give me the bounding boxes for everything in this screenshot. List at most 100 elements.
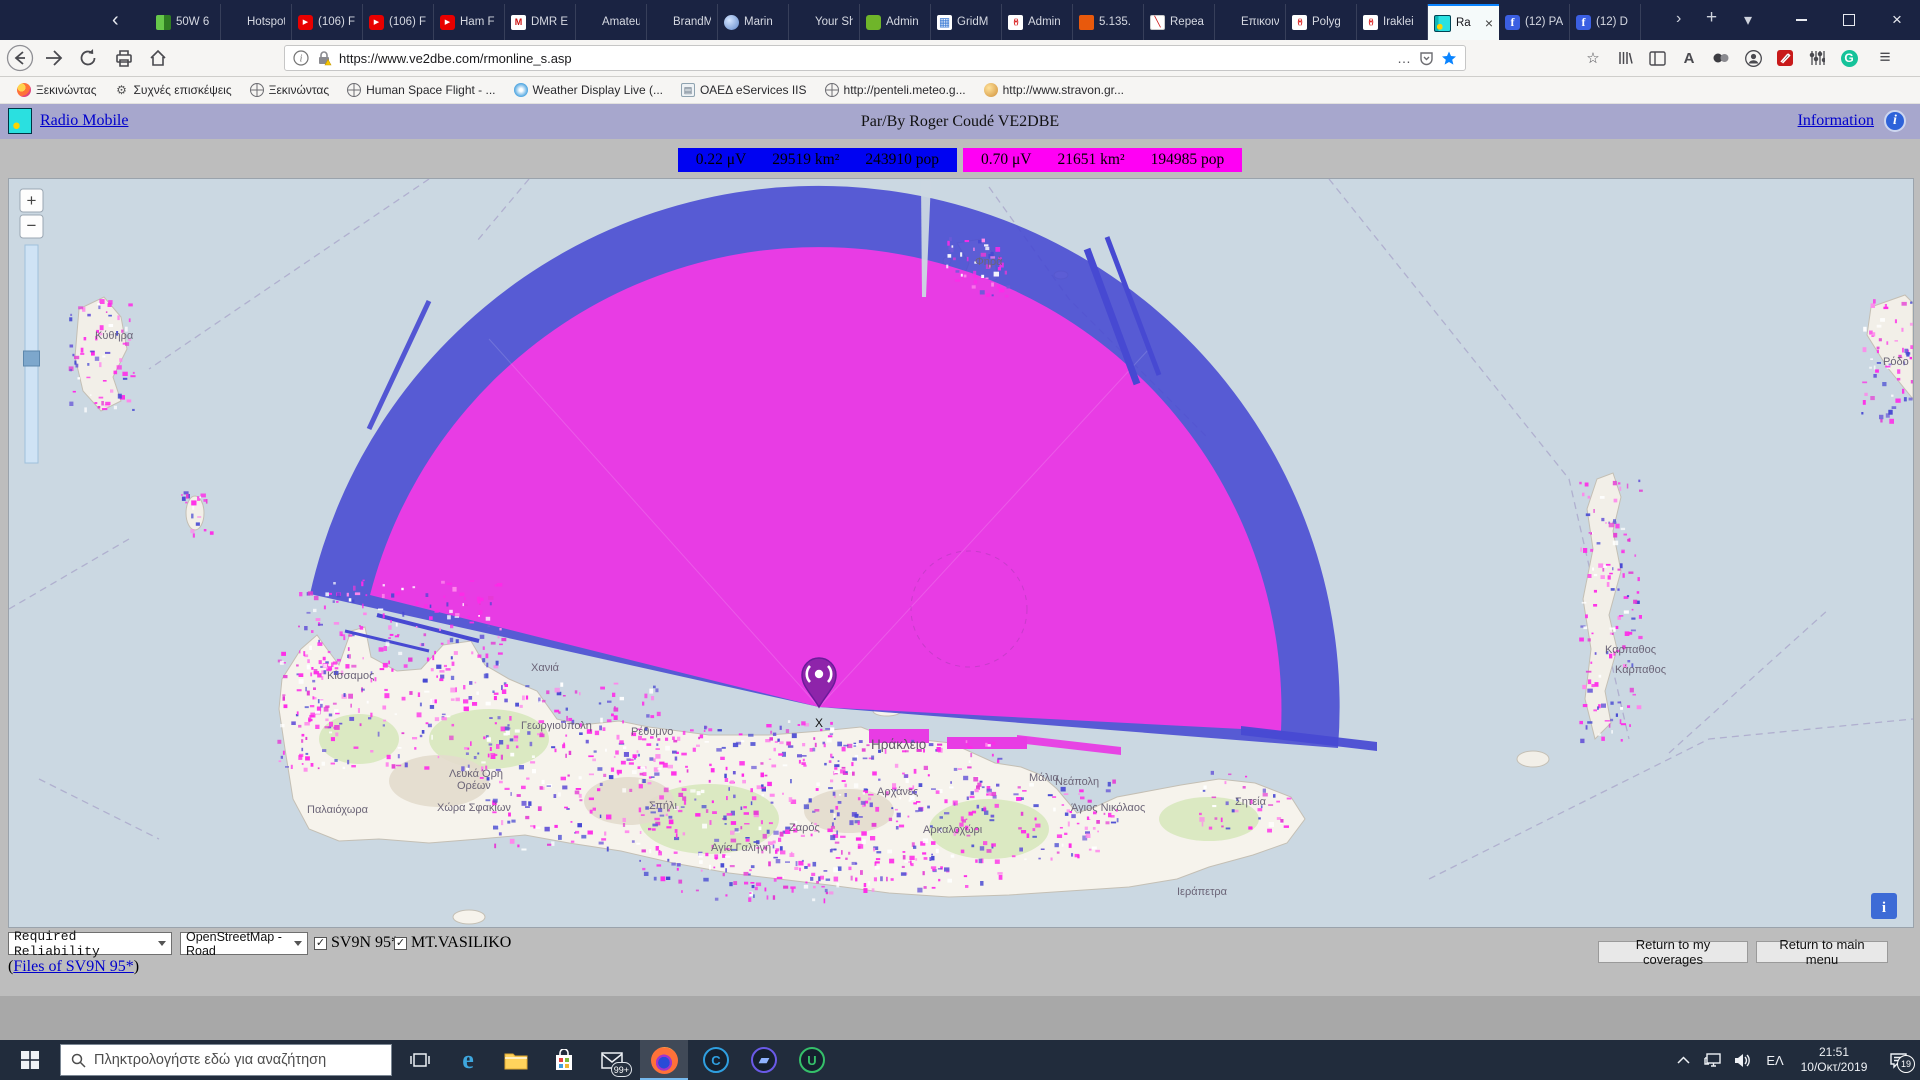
bookmark-star-icon[interactable]: [1441, 50, 1457, 66]
browser-tab[interactable]: BrandMeis: [647, 4, 718, 40]
print-icon[interactable]: [110, 44, 138, 72]
browser-tab[interactable]: Admin: [1002, 4, 1073, 40]
pocket-icon[interactable]: [1419, 51, 1434, 66]
bglobe-icon: [825, 83, 839, 97]
padlock-warning-icon[interactable]: [316, 50, 332, 66]
information-link[interactable]: Information: [1798, 112, 1874, 130]
unit-checkbox[interactable]: [394, 937, 407, 950]
return-mainmenu-button[interactable]: Return to main menu: [1756, 941, 1888, 963]
tab-label: BrandMeis: [673, 16, 711, 28]
map-info-button[interactable]: i: [1871, 893, 1897, 919]
bookmark-outline-icon[interactable]: ☆: [1580, 46, 1606, 70]
new-tab-button[interactable]: +: [1706, 7, 1717, 29]
driver-booster-icon[interactable]: ▰: [740, 1040, 788, 1080]
tab-close-icon[interactable]: ×: [1485, 15, 1493, 31]
mail-icon[interactable]: 99+: [588, 1040, 636, 1080]
clock[interactable]: 21:51 10/Οκτ/2019: [1792, 1045, 1876, 1075]
browser-tab[interactable]: Marin: [718, 4, 789, 40]
network-icon[interactable]: [1698, 1040, 1728, 1080]
sidebar-icon[interactable]: [1644, 46, 1670, 70]
info-circle-icon[interactable]: i: [1884, 110, 1906, 132]
store-icon[interactable]: [540, 1040, 588, 1080]
bookmark-item[interactable]: Συχνές επισκέψεις: [107, 81, 238, 99]
tab-label: Ra: [1456, 17, 1478, 29]
library-icon[interactable]: [1612, 46, 1638, 70]
browser-tab[interactable]: Repea: [1144, 4, 1215, 40]
iobit-uninstaller-icon[interactable]: U: [788, 1040, 836, 1080]
tab-label: (106) F: [389, 16, 427, 28]
site-checkbox[interactable]: [314, 937, 327, 950]
bookmark-label: Συχνές επισκέψεις: [133, 83, 231, 97]
browser-tab[interactable]: Hotspots: [221, 4, 292, 40]
file-explorer-icon[interactable]: [492, 1040, 540, 1080]
browser-tab[interactable]: Iraklei: [1357, 4, 1428, 40]
ccleaner-icon[interactable]: C: [692, 1040, 740, 1080]
page-actions-icon[interactable]: …: [1397, 50, 1412, 66]
browser-tab[interactable]: 50W 6: [150, 4, 221, 40]
list-all-tabs-icon[interactable]: ▾: [1744, 10, 1752, 30]
forward-icon[interactable]: [40, 44, 68, 72]
browser-tab[interactable]: 5.135.: [1073, 4, 1144, 40]
browser-tab[interactable]: GridM: [931, 4, 1002, 40]
bookmark-item[interactable]: http://www.stravon.gr...: [977, 81, 1131, 99]
url-bar[interactable]: i https://www.ve2dbe.com/rmonline_s.asp …: [284, 45, 1466, 71]
firefox-icon[interactable]: [640, 1040, 688, 1080]
menu-hamburger-icon[interactable]: ≡: [1872, 46, 1898, 70]
browser-tab[interactable]: DMR E: [505, 4, 576, 40]
edge-icon[interactable]: e: [444, 1040, 492, 1080]
site-checkbox-group: SV9N 95*: [314, 934, 399, 952]
coverage-map[interactable]: ΚύθηραΦηράΡόδοΚαρπαθοςΚάρπαθοςΚίσσαμοςΧα…: [8, 178, 1914, 928]
bookmark-item[interactable]: Human Space Flight - ...: [340, 81, 502, 99]
url-text[interactable]: https://www.ve2dbe.com/rmonline_s.asp: [339, 51, 1390, 66]
reload-icon[interactable]: [74, 44, 102, 72]
grammarly-extension-icon[interactable]: G: [1836, 46, 1862, 70]
abacus-extension-icon[interactable]: [1804, 46, 1830, 70]
return-coverages-button[interactable]: Return to my coverages: [1598, 941, 1748, 963]
language-indicator[interactable]: ΕΛ: [1758, 1053, 1792, 1068]
volume-icon[interactable]: [1728, 1040, 1758, 1080]
start-button[interactable]: [0, 1040, 60, 1080]
basemap-select[interactable]: OpenStreetMap - Road: [180, 932, 308, 955]
scroll-tabs-left-icon[interactable]: ‹: [112, 8, 119, 32]
bookmark-item[interactable]: ΟΑΕΔ eServices IIS: [674, 81, 814, 99]
browser-tab[interactable]: (12) D: [1570, 4, 1641, 40]
privacy-extension-icon[interactable]: [1708, 46, 1734, 70]
browser-tab[interactable]: Ham F: [434, 4, 505, 40]
bookmark-item[interactable]: http://penteli.meteo.g...: [818, 81, 973, 99]
maximize-button[interactable]: [1826, 0, 1872, 40]
taskbar-search-input[interactable]: Πληκτρολογήστε εδώ για αναζήτηση: [60, 1044, 392, 1076]
bookmark-item[interactable]: Ξεκινώντας: [10, 81, 103, 99]
account-icon[interactable]: [1740, 46, 1766, 70]
zoom-slider-handle[interactable]: [24, 351, 40, 366]
home-icon[interactable]: [144, 44, 172, 72]
site-info-icon[interactable]: i: [293, 50, 309, 66]
translate-extension-icon[interactable]: A: [1676, 46, 1702, 70]
reliability-select[interactable]: Required Reliability: [8, 932, 172, 955]
browser-tab[interactable]: Ra ×: [1428, 4, 1499, 40]
task-view-icon[interactable]: [396, 1040, 444, 1080]
tray-expand-icon[interactable]: [1668, 1040, 1698, 1080]
reliability-select-value: Required Reliability: [14, 929, 152, 959]
browser-tab[interactable]: Your Shop: [789, 4, 860, 40]
zoom-in-glyph[interactable]: +: [27, 191, 37, 210]
close-button[interactable]: ×: [1874, 0, 1920, 40]
back-icon[interactable]: [6, 44, 34, 72]
zoom-out-glyph[interactable]: −: [27, 216, 37, 235]
legend-area: 21651 km²: [1058, 151, 1125, 169]
browser-tab[interactable]: (106) F: [363, 4, 434, 40]
browser-tab[interactable]: Admin: [860, 4, 931, 40]
scroll-tabs-right-icon[interactable]: ›: [1676, 10, 1681, 28]
browser-tab[interactable]: (12) PA: [1499, 4, 1570, 40]
bookmark-item[interactable]: Weather Display Live (...: [507, 81, 671, 99]
grid-icon: [937, 15, 952, 30]
browser-tab[interactable]: Επικοινων: [1215, 4, 1286, 40]
notification-center-icon[interactable]: 19: [1876, 1040, 1920, 1080]
adblock-extension-icon[interactable]: [1772, 46, 1798, 70]
minimize-button[interactable]: [1778, 0, 1824, 40]
browser-tab[interactable]: Amateur D: [576, 4, 647, 40]
browser-tab[interactable]: (106) F: [292, 4, 363, 40]
files-link[interactable]: Files of SV9N 95*: [13, 958, 133, 975]
tab-label: Admin: [1028, 16, 1066, 28]
bookmark-item[interactable]: Ξεκινώντας: [243, 81, 336, 99]
browser-tab[interactable]: Polyg: [1286, 4, 1357, 40]
